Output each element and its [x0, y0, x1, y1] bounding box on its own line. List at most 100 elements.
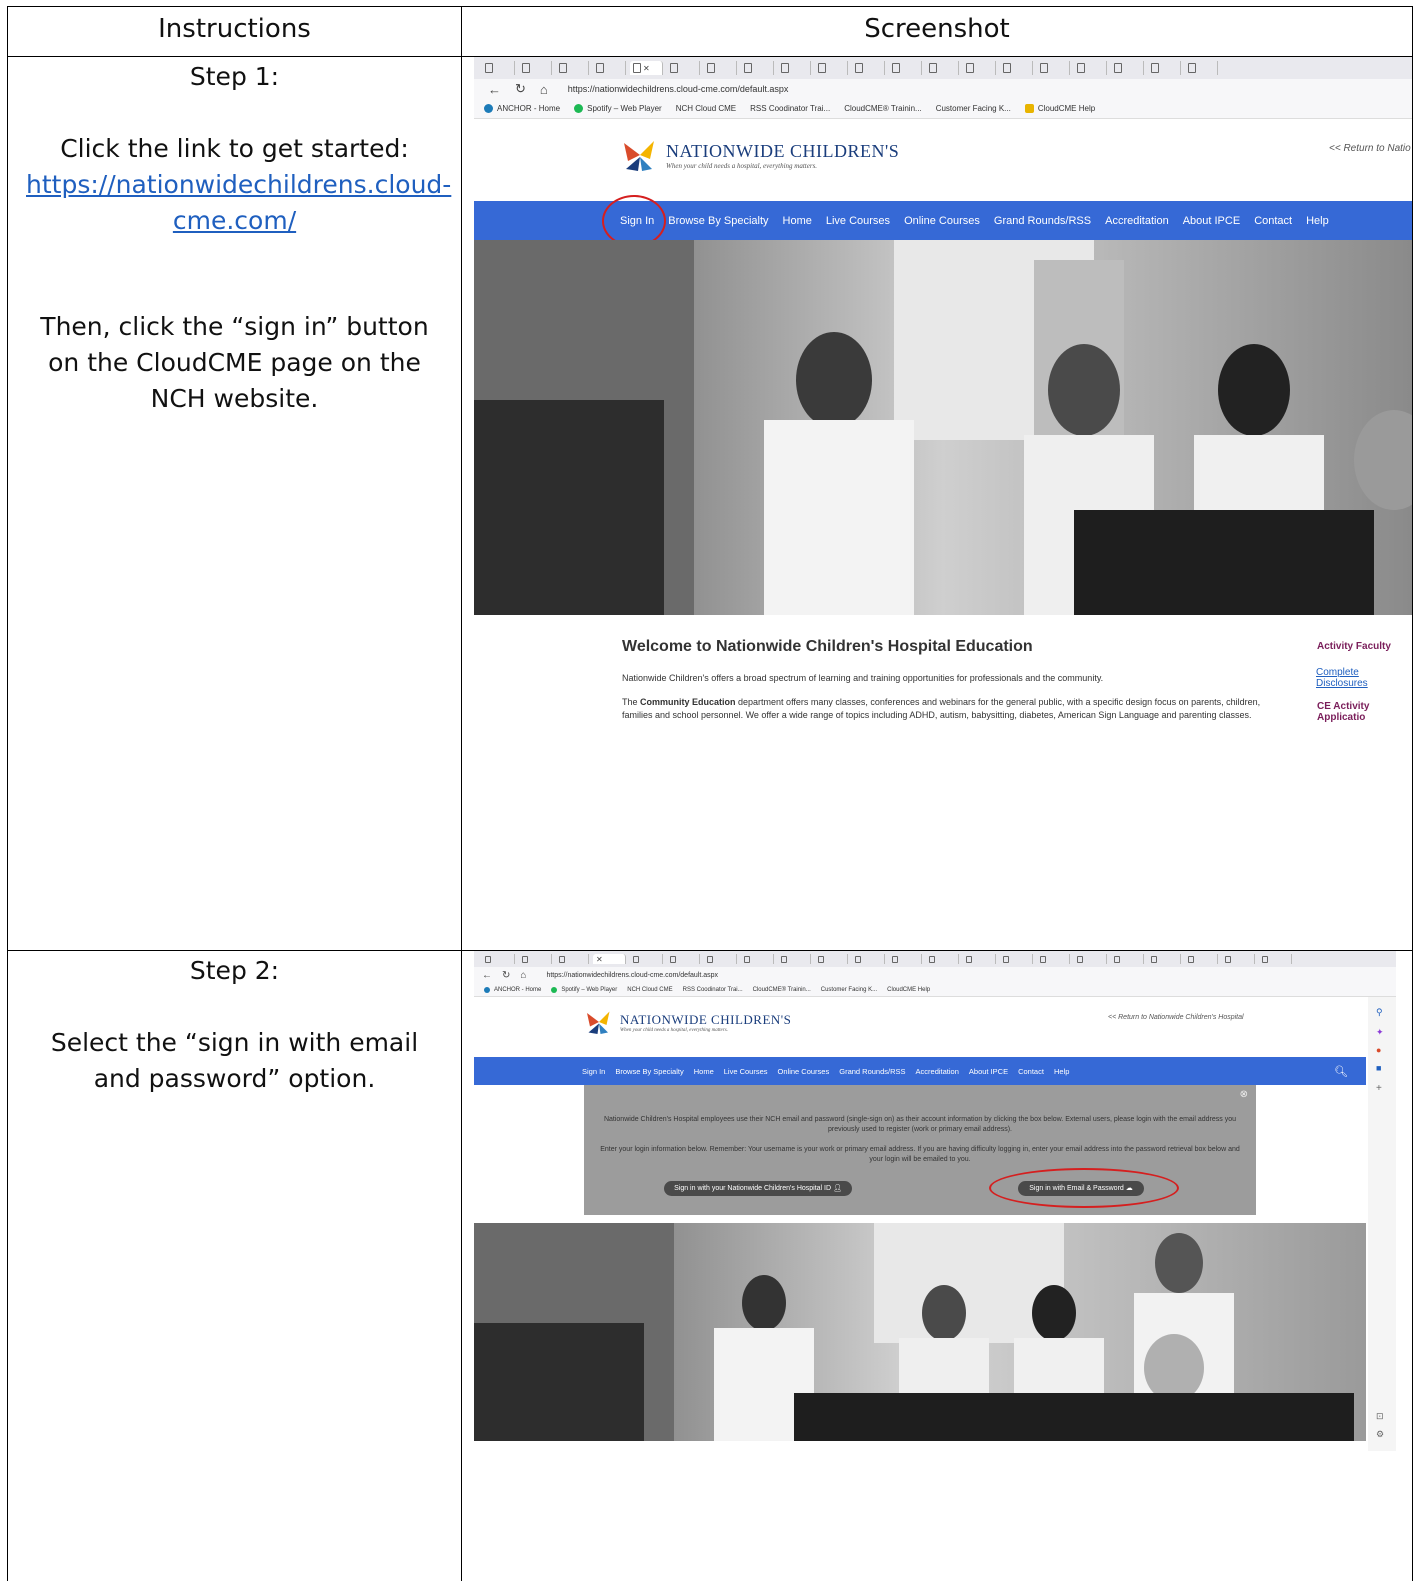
- browser-tab[interactable]: [741, 954, 774, 964]
- browser-tab[interactable]: [1074, 61, 1107, 75]
- nav-help[interactable]: Help: [1054, 1067, 1069, 1076]
- bookmark-item[interactable]: CloudCME® Trainin...: [844, 104, 921, 113]
- outlook-icon[interactable]: ■: [1376, 1063, 1381, 1073]
- site-logo[interactable]: NATIONWIDE CHILDREN'S When your child ne…: [584, 1007, 791, 1037]
- browser-tab[interactable]: [889, 61, 922, 75]
- nav-online-courses[interactable]: Online Courses: [904, 215, 980, 227]
- bookmark-item[interactable]: ANCHOR - Home: [484, 104, 560, 113]
- url-input[interactable]: https://nationwidechildrens.cloud-cme.co…: [546, 972, 718, 979]
- browser-tab[interactable]: [556, 61, 589, 75]
- browser-tab[interactable]: [815, 954, 848, 964]
- nav-sign-in[interactable]: Sign In: [582, 1067, 605, 1076]
- browser-tab[interactable]: [963, 954, 996, 964]
- search-icon[interactable]: 🔍︎: [1334, 1065, 1348, 1078]
- bookmark-item[interactable]: RSS Coodinator Trai...: [750, 104, 830, 113]
- nav-home[interactable]: Home: [694, 1067, 714, 1076]
- refresh-icon[interactable]: ↻: [502, 970, 510, 981]
- nav-browse-specialty[interactable]: Browse By Specialty: [615, 1067, 683, 1076]
- close-icon[interactable]: ✕: [643, 64, 650, 73]
- nav-home[interactable]: Home: [783, 215, 812, 227]
- browser-tab[interactable]: [1037, 954, 1070, 964]
- nav-accreditation[interactable]: Accreditation: [916, 1067, 959, 1076]
- bookmark-item[interactable]: CloudCME® Trainin...: [753, 987, 811, 993]
- browser-tab[interactable]: [1222, 954, 1255, 964]
- nav-browse-specialty[interactable]: Browse By Specialty: [668, 215, 768, 227]
- return-link[interactable]: << Return to Natio: [1329, 143, 1411, 154]
- browser-tab[interactable]: [704, 954, 737, 964]
- browser-tab[interactable]: [1185, 954, 1218, 964]
- bookmark-item[interactable]: NCH Cloud CME: [676, 104, 736, 113]
- browser-tab[interactable]: [778, 61, 811, 75]
- nav-about[interactable]: About IPCE: [969, 1067, 1008, 1076]
- browser-tab[interactable]: [593, 61, 626, 75]
- sparkle-icon[interactable]: ✦: [1376, 1027, 1384, 1038]
- nav-contact[interactable]: Contact: [1254, 215, 1292, 227]
- close-icon[interactable]: ✕: [596, 955, 603, 964]
- browser-tab[interactable]: [1148, 954, 1181, 964]
- cloud-cme-link[interactable]: https://nationwidechildrens.cloud-: [26, 170, 451, 199]
- browser-tab-active[interactable]: ✕: [593, 954, 626, 964]
- bookmark-item[interactable]: RSS Coodinator Trai...: [683, 987, 743, 993]
- nav-help[interactable]: Help: [1306, 215, 1329, 227]
- bookmark-item[interactable]: Customer Facing K...: [821, 987, 877, 993]
- browser-tab[interactable]: [1037, 61, 1070, 75]
- bookmark-item[interactable]: Spotify – Web Player: [574, 104, 662, 113]
- gear-icon[interactable]: ⚙: [1376, 1429, 1384, 1440]
- bookmark-item[interactable]: Spotify – Web Player: [551, 986, 617, 993]
- browser-tab[interactable]: [704, 61, 737, 75]
- add-icon[interactable]: +: [1376, 1083, 1382, 1094]
- browser-tab[interactable]: [778, 954, 811, 964]
- browser-tab[interactable]: [741, 61, 774, 75]
- browser-tab[interactable]: [852, 61, 885, 75]
- browser-tab[interactable]: [556, 954, 589, 964]
- browser-tab[interactable]: [926, 954, 959, 964]
- nav-contact[interactable]: Contact: [1018, 1067, 1044, 1076]
- browser-tab[interactable]: [1185, 61, 1218, 75]
- back-icon[interactable]: ←: [482, 970, 492, 981]
- browser-tab[interactable]: [815, 61, 848, 75]
- back-icon[interactable]: ←: [488, 82, 501, 97]
- browser-tab[interactable]: [1259, 954, 1292, 964]
- browser-tab[interactable]: [963, 61, 996, 75]
- bookmark-item[interactable]: NCH Cloud CME: [627, 987, 672, 993]
- nch-id-signin-button[interactable]: Sign in with your Nationwide Children's …: [664, 1181, 852, 1196]
- nav-accreditation[interactable]: Accreditation: [1105, 215, 1169, 227]
- browser-tab[interactable]: [1000, 954, 1033, 964]
- nav-live-courses[interactable]: Live Courses: [826, 215, 890, 227]
- nav-grand-rounds[interactable]: Grand Rounds/RSS: [994, 215, 1091, 227]
- browser-tab[interactable]: [667, 61, 700, 75]
- nav-grand-rounds[interactable]: Grand Rounds/RSS: [839, 1067, 905, 1076]
- browser-tab[interactable]: [482, 61, 515, 75]
- browser-tab[interactable]: [519, 61, 552, 75]
- browser-tab[interactable]: [1111, 954, 1144, 964]
- home-icon[interactable]: ⌂: [520, 970, 526, 981]
- browser-tab[interactable]: [1111, 61, 1144, 75]
- sidebar-toggle-icon[interactable]: ⊡: [1376, 1411, 1384, 1422]
- cloud-cme-link-cont[interactable]: cme.com/: [173, 206, 296, 235]
- browser-tab[interactable]: [630, 954, 663, 964]
- bookmark-item[interactable]: CloudCME Help: [1024, 104, 1095, 113]
- refresh-icon[interactable]: ↻: [515, 81, 526, 97]
- nav-about[interactable]: About IPCE: [1183, 215, 1240, 227]
- bookmark-item[interactable]: ANCHOR - Home: [484, 986, 541, 993]
- browser-tab[interactable]: [1074, 954, 1107, 964]
- browser-tab[interactable]: [926, 61, 959, 75]
- browser-tab[interactable]: [519, 954, 552, 964]
- close-icon[interactable]: ⊗: [1240, 1089, 1248, 1100]
- nav-live-courses[interactable]: Live Courses: [724, 1067, 768, 1076]
- browser-tab[interactable]: [852, 954, 885, 964]
- home-icon[interactable]: ⌂: [540, 82, 548, 97]
- browser-tab[interactable]: [1148, 61, 1181, 75]
- return-link[interactable]: << Return to Nationwide Children's Hospi…: [1108, 1014, 1244, 1021]
- bookmark-item[interactable]: CloudCME Help: [887, 987, 930, 993]
- site-logo[interactable]: NATIONWIDE CHILDREN'S When your child ne…: [620, 135, 899, 175]
- nav-online-courses[interactable]: Online Courses: [778, 1067, 830, 1076]
- url-input[interactable]: https://nationwidechildrens.cloud-cme.co…: [568, 84, 789, 94]
- office-icon[interactable]: ●: [1376, 1045, 1381, 1055]
- browser-tab[interactable]: [667, 954, 700, 964]
- browser-tab[interactable]: [482, 954, 515, 964]
- search-icon[interactable]: ⚲: [1376, 1007, 1383, 1018]
- browser-tab[interactable]: [889, 954, 922, 964]
- browser-tab-active[interactable]: ✕: [630, 61, 663, 75]
- browser-tab[interactable]: [1000, 61, 1033, 75]
